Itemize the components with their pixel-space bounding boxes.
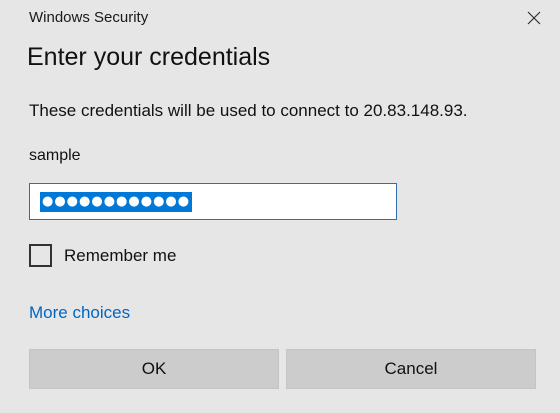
dialog-description: These credentials will be used to connec… [29,101,468,120]
more-choices-link[interactable]: More choices [29,303,130,323]
dialog-heading: Enter your credentials [27,43,271,71]
credentials-dialog: Windows Security Enter your credentials … [0,0,560,413]
ok-button-label: OK [141,359,167,378]
close-button[interactable] [522,6,546,30]
password-masked-text: ●●●●●●●●●●●● [40,192,193,212]
close-icon [527,11,541,25]
ok-button[interactable]: OK [29,349,279,389]
remember-me-option[interactable]: Remember me [29,244,176,267]
window-title: Windows Security [29,9,149,26]
username-label: sample [29,147,81,164]
remember-me-checkbox[interactable] [29,244,52,267]
cancel-button-label: Cancel [384,359,438,378]
cancel-button[interactable]: Cancel [286,349,536,389]
remember-me-label: Remember me [64,245,177,265]
password-input[interactable]: ●●●●●●●●●●●● [29,183,397,220]
